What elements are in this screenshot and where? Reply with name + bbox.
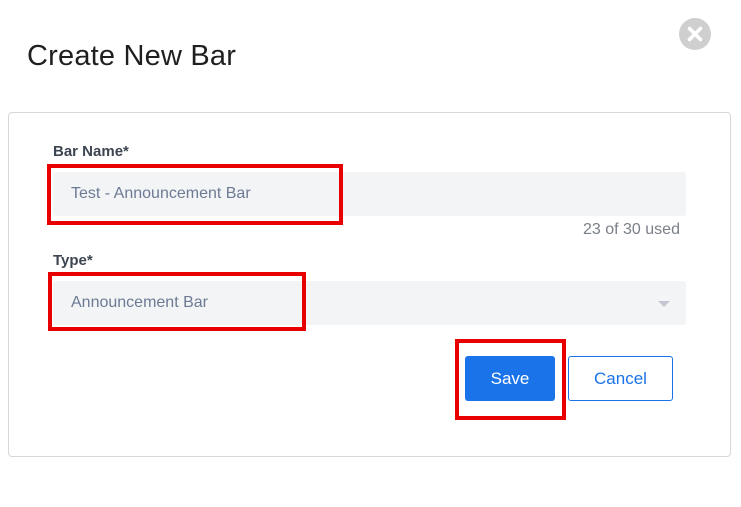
character-counter: 23 of 30 used (583, 221, 680, 238)
type-select-value: Announcement Bar (71, 294, 208, 311)
type-label: Type* (53, 252, 93, 269)
cancel-button[interactable]: Cancel (568, 356, 673, 401)
close-icon (687, 26, 703, 42)
type-select[interactable]: Announcement Bar (53, 281, 686, 325)
save-button[interactable]: Save (465, 356, 555, 401)
chevron-down-icon (658, 301, 670, 307)
modal-title: Create New Bar (27, 40, 237, 72)
bar-name-input[interactable] (53, 172, 686, 216)
bar-name-label: Bar Name* (53, 143, 129, 160)
close-button[interactable] (679, 18, 711, 50)
